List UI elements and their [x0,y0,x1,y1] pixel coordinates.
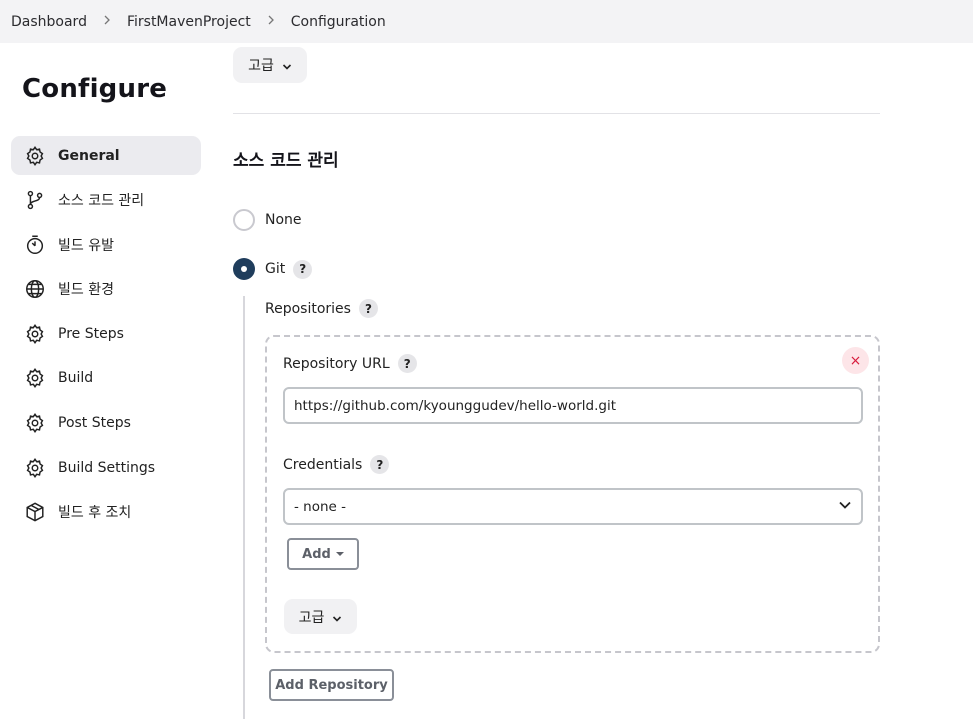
sidebar-item-post-build-actions[interactable]: 빌드 후 조치 [11,493,201,532]
advanced-button[interactable]: 고급 [233,47,307,83]
sidebar-item-build-triggers[interactable]: 빌드 유발 [11,225,201,264]
add-credentials-button[interactable]: Add [287,538,359,570]
page-title: Configure [22,74,168,104]
gear-icon [24,145,46,167]
sidebar-item-post-steps[interactable]: Post Steps [11,404,201,443]
add-repository-label: Add Repository [275,677,388,693]
credentials-label-row: Credentials ? [283,455,390,474]
sidebar-item-label: 빌드 환경 [58,282,114,299]
sidebar-item-general[interactable]: General [11,136,201,175]
scm-option-git[interactable]: Git ? [233,258,313,280]
repository-url-label: Repository URL [283,355,390,372]
sidebar-item-label: 소스 코드 관리 [58,193,145,210]
scm-option-none[interactable]: None [233,209,302,231]
chevron-down-icon [838,498,852,516]
sidebar-item-scm[interactable]: 소스 코드 관리 [11,181,201,220]
caret-down-icon [335,552,344,556]
sidebar-item-label: Pre Steps [58,325,124,342]
help-icon[interactable]: ? [293,259,313,279]
repositories-label-row: Repositories ? [265,299,378,318]
git-radio-label: Git [265,261,286,277]
breadcrumb-separator-icon [259,14,283,29]
repository-url-label-row: Repository URL ? [283,354,417,373]
sidebar-item-build-settings[interactable]: Build Settings [11,448,201,487]
none-radio-label: None [265,212,302,228]
none-radio[interactable] [233,209,255,231]
sidebar-item-label: Build [58,370,94,387]
git-section-indent-bar [243,296,245,719]
scm-section-title: 소스 코드 관리 [233,151,339,171]
sidebar-item-pre-steps[interactable]: Pre Steps [11,314,201,353]
repository-advanced-button[interactable]: 고급 [284,599,357,634]
package-icon [24,501,46,523]
sidebar-item-label: 빌드 후 조치 [58,505,132,522]
help-icon[interactable]: ? [358,299,378,318]
git-radio[interactable] [233,258,255,280]
credentials-selected-value: - none - [294,498,347,515]
chevron-down-icon [282,60,292,70]
globe-icon [24,278,46,300]
sidebar-item-build[interactable]: Build [11,359,201,398]
git-branch-icon [24,189,46,211]
gear-icon [24,457,46,479]
breadcrumb-separator-icon [95,14,119,29]
sidebar: General 소스 코드 관리 빌드 유발 빌드 환경 Pre Steps B… [11,136,201,537]
help-icon[interactable]: ? [370,455,390,474]
gear-icon [24,412,46,434]
remove-repository-button[interactable]: × [842,347,869,374]
close-icon: × [849,352,862,369]
add-credentials-label: Add [302,546,331,562]
chevron-down-icon [332,612,342,622]
breadcrumb: Dashboard FirstMavenProject Configuratio… [0,0,973,43]
sidebar-item-label: General [58,147,120,164]
sidebar-item-build-environment[interactable]: 빌드 환경 [11,270,201,309]
gear-icon [24,367,46,389]
advanced-button-label: 고급 [248,58,274,74]
credentials-select[interactable]: - none - [283,488,863,525]
repositories-label: Repositories [265,300,351,317]
breadcrumb-configuration[interactable]: Configuration [291,14,386,30]
repository-advanced-label: 고급 [298,609,325,626]
sidebar-item-label: Post Steps [58,415,131,432]
timer-icon [24,234,46,256]
add-repository-button[interactable]: Add Repository [269,669,394,701]
sidebar-item-label: Build Settings [58,459,156,476]
sidebar-item-label: 빌드 유발 [58,237,114,254]
breadcrumb-dashboard[interactable]: Dashboard [11,14,87,30]
credentials-label: Credentials [283,456,363,473]
repository-url-input[interactable] [283,387,863,424]
section-divider [233,113,880,114]
gear-icon [24,323,46,345]
help-icon[interactable]: ? [397,354,417,373]
breadcrumb-project[interactable]: FirstMavenProject [127,14,251,30]
